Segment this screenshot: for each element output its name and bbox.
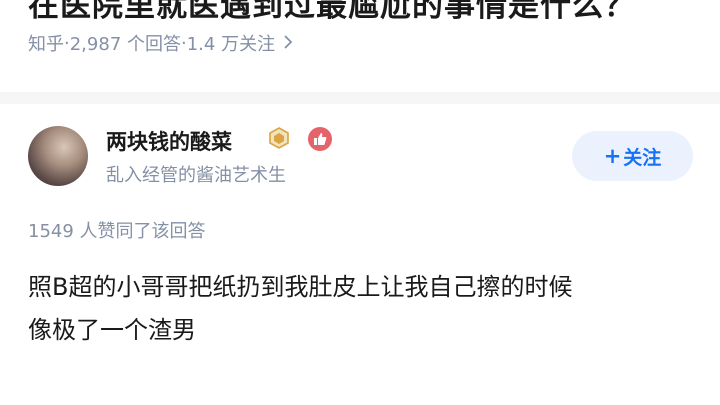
vote-count: 1549 人赞同了该回答	[28, 221, 206, 242]
question-meta[interactable]: 知乎 · 2,987 个回答 · 1.4 万关注	[28, 30, 293, 56]
chevron-right-icon[interactable]	[283, 33, 293, 54]
answer-line: 像极了一个渣男	[28, 316, 196, 344]
follow-button[interactable]: + 关注	[572, 131, 693, 181]
avatar[interactable]	[28, 126, 88, 186]
question-title[interactable]: 在医院里就医遇到过最尴尬的事情是什么？	[28, 0, 636, 25]
author-name[interactable]: 两块钱的酸菜	[106, 126, 232, 156]
plus-icon: +	[603, 144, 622, 168]
question-card: 在医院里就医遇到过最尴尬的事情是什么？ 知乎 · 2,987 个回答 · 1.4…	[0, 0, 720, 92]
follow-label: 关注	[623, 146, 662, 169]
answer-count: 2,987 个回答	[69, 34, 181, 55]
answer-content[interactable]: 照B超的小哥哥把纸扔到我肚皮上让我自己擦的时候 像极了一个渣男	[28, 266, 708, 352]
like-badge-icon	[308, 127, 332, 151]
source-label: 知乎	[28, 34, 64, 55]
gold-badge-icon	[268, 127, 290, 149]
follow-count: 1.4 万关注	[186, 34, 276, 55]
answer-line: 照B超的小哥哥把纸扔到我肚皮上让我自己擦的时候	[28, 273, 573, 301]
author-bio: 乱入经管的酱油艺术生	[106, 165, 286, 186]
